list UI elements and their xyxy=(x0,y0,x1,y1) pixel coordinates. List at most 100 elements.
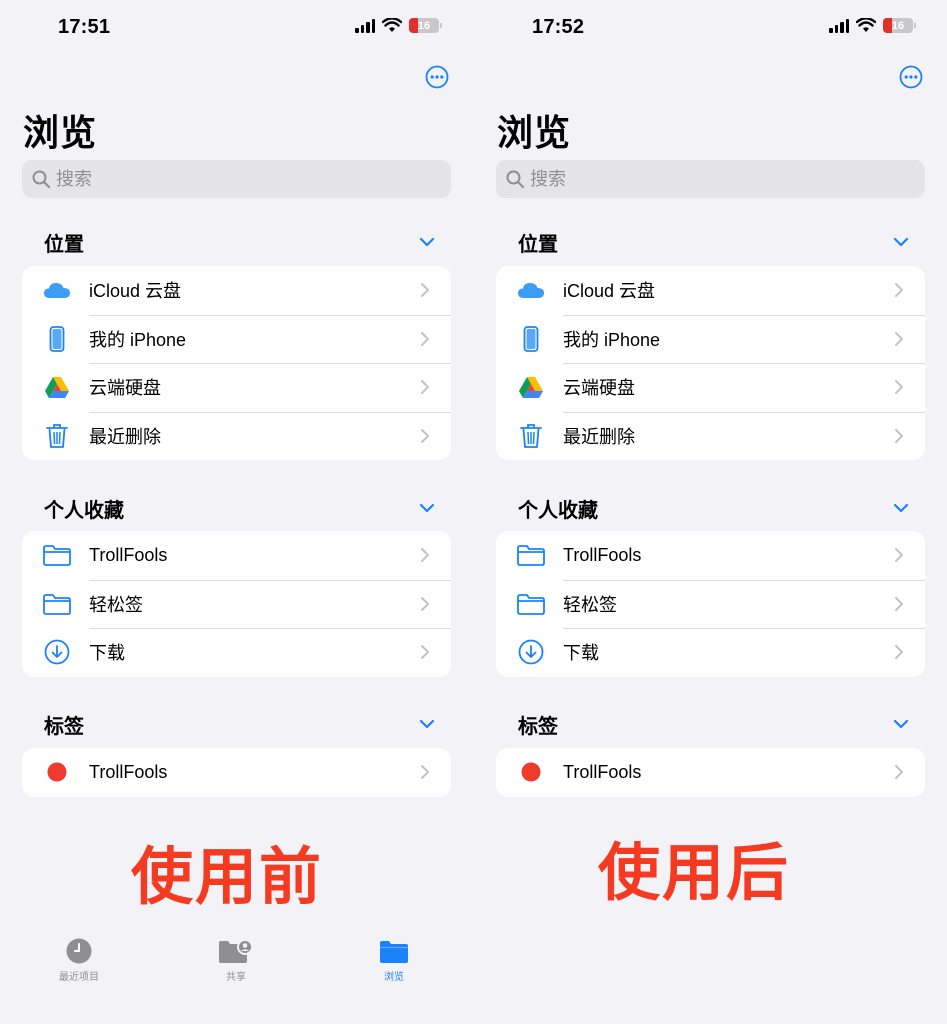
battery-level: 16 xyxy=(417,19,431,32)
list-item-label: iCloud 云盘 xyxy=(89,281,182,302)
list-item-label: 下载 xyxy=(89,643,125,664)
download-icon xyxy=(516,637,546,667)
list-item-label: TrollFools xyxy=(89,761,168,782)
search-icon xyxy=(32,170,51,189)
list-item-downloads[interactable]: 下载 xyxy=(22,628,451,677)
iphone-icon xyxy=(516,324,546,354)
battery-icon: 16 xyxy=(409,18,442,33)
folder-icon xyxy=(380,941,408,963)
folder-icon xyxy=(516,540,546,570)
list-item-recently-deleted[interactable]: 最近删除 xyxy=(496,411,925,461)
chevron-right-icon xyxy=(895,380,903,394)
google-drive-icon xyxy=(516,372,546,402)
chevron-right-icon xyxy=(895,283,903,297)
section-title: 个人收藏 xyxy=(518,500,598,522)
section-header-locations[interactable]: 位置 xyxy=(44,228,434,257)
section-header-tags[interactable]: 标签 xyxy=(44,710,434,739)
list-item-recently-deleted[interactable]: 最近删除 xyxy=(22,411,451,461)
list-item-my-iphone[interactable]: 我的 iPhone xyxy=(22,314,451,364)
chevron-down-icon[interactable] xyxy=(420,504,434,513)
list-item-cloud-drive[interactable]: 云端硬盘 xyxy=(496,363,925,412)
section-title: 个人收藏 xyxy=(44,500,124,522)
tags-list: TrollFools xyxy=(22,748,451,797)
list-item-tag-trollfools[interactable]: TrollFools xyxy=(496,748,925,797)
list-item-qingsongqian-folder[interactable]: 轻松签 xyxy=(496,579,925,629)
list-item-label: 我的 iPhone xyxy=(563,329,661,350)
folder-icon xyxy=(516,589,546,619)
list-item-label: 最近删除 xyxy=(89,426,161,447)
trash-icon xyxy=(42,421,72,451)
list-item-my-iphone[interactable]: 我的 iPhone xyxy=(496,314,925,364)
section-title: 位置 xyxy=(518,234,558,256)
list-item-label: 下载 xyxy=(563,643,599,664)
tab-label: 共享 xyxy=(226,972,246,983)
page-title: 浏览 xyxy=(497,112,572,153)
tab-recents[interactable]: 最近项目 xyxy=(39,938,119,983)
tab-browse[interactable]: 浏览 xyxy=(354,938,434,983)
panel-before: 17:51 16 浏览 位置 iCloud 云盘 我的 iPhone 云端硬盘 xyxy=(0,0,473,1024)
more-options-icon[interactable] xyxy=(425,65,449,89)
chevron-right-icon xyxy=(895,645,903,659)
locations-list: iCloud 云盘 我的 iPhone 云端硬盘 最近删除 xyxy=(22,266,451,460)
chevron-down-icon[interactable] xyxy=(894,720,908,729)
list-item-icloud-drive[interactable]: iCloud 云盘 xyxy=(22,266,451,315)
shared-folder-icon xyxy=(219,939,253,963)
cellular-signal-icon xyxy=(829,18,849,33)
search-bar[interactable] xyxy=(22,160,451,198)
clock-icon xyxy=(66,938,92,964)
list-item-tag-trollfools[interactable]: TrollFools xyxy=(22,748,451,797)
list-item-downloads[interactable]: 下载 xyxy=(496,628,925,677)
search-bar[interactable] xyxy=(496,160,925,198)
wifi-icon xyxy=(382,18,402,32)
list-item-trollfools-folder[interactable]: TrollFools xyxy=(22,531,451,580)
chevron-down-icon[interactable] xyxy=(894,504,908,513)
list-item-trollfools-folder[interactable]: TrollFools xyxy=(496,531,925,580)
chevron-right-icon xyxy=(895,597,903,611)
tab-label: 浏览 xyxy=(384,972,404,983)
section-header-tags[interactable]: 标签 xyxy=(518,710,908,739)
icloud-icon xyxy=(42,275,72,305)
list-item-label: 轻松签 xyxy=(89,594,143,615)
chevron-right-icon xyxy=(421,429,429,443)
search-icon xyxy=(506,170,525,189)
status-icons: 16 xyxy=(829,18,916,33)
list-item-label: TrollFools xyxy=(89,544,168,565)
search-input[interactable] xyxy=(530,168,910,190)
tab-shared[interactable]: 共享 xyxy=(196,938,276,983)
chevron-right-icon xyxy=(895,548,903,562)
page-title: 浏览 xyxy=(23,112,98,153)
list-item-label: iCloud 云盘 xyxy=(563,281,656,302)
iphone-icon xyxy=(42,324,72,354)
red-tag-dot-icon xyxy=(42,757,72,787)
tags-list: TrollFools xyxy=(496,748,925,797)
section-header-locations[interactable]: 位置 xyxy=(518,228,908,257)
chevron-down-icon[interactable] xyxy=(420,238,434,247)
trash-icon xyxy=(516,421,546,451)
list-item-label: 轻松签 xyxy=(563,594,617,615)
chevron-down-icon[interactable] xyxy=(420,720,434,729)
wifi-icon xyxy=(856,18,876,32)
list-item-label: 云端硬盘 xyxy=(89,378,161,399)
list-item-qingsongqian-folder[interactable]: 轻松签 xyxy=(22,579,451,629)
chevron-right-icon xyxy=(421,283,429,297)
cellular-signal-icon xyxy=(355,18,375,33)
caption-after: 使用后 xyxy=(598,839,791,908)
more-options-icon[interactable] xyxy=(899,65,923,89)
list-item-icloud-drive[interactable]: iCloud 云盘 xyxy=(496,266,925,315)
status-icons: 16 xyxy=(355,18,442,33)
section-header-favorites[interactable]: 个人收藏 xyxy=(518,494,908,523)
list-item-label: 最近删除 xyxy=(563,426,635,447)
panel-after: 17:52 16 浏览 位置 iCloud 云盘 我的 iPhone 云端硬盘 xyxy=(474,0,947,1024)
status-time: 17:51 xyxy=(58,16,111,38)
tab-bar: 最近项目 共享 浏览 xyxy=(0,938,473,988)
section-title: 位置 xyxy=(44,234,84,256)
list-item-cloud-drive[interactable]: 云端硬盘 xyxy=(22,363,451,412)
chevron-down-icon[interactable] xyxy=(894,238,908,247)
chevron-right-icon xyxy=(421,597,429,611)
chevron-right-icon xyxy=(895,765,903,779)
section-header-favorites[interactable]: 个人收藏 xyxy=(44,494,434,523)
chevron-right-icon xyxy=(421,548,429,562)
search-input[interactable] xyxy=(56,168,436,190)
section-title: 标签 xyxy=(518,716,558,738)
download-icon xyxy=(42,637,72,667)
